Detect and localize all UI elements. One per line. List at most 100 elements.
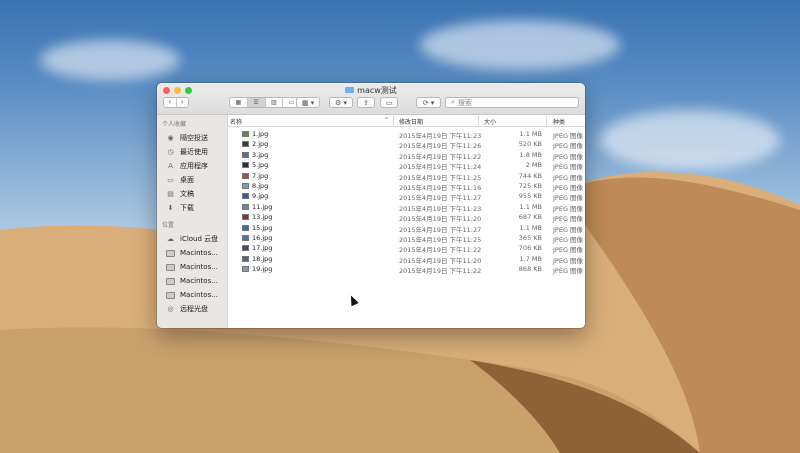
file-name: 8.jpg [252, 181, 269, 190]
file-row[interactable]: 17.jpg 2015年4月19日 下午11:22 706 KB JPEG 图像 [228, 243, 585, 254]
window-title: macw测试 [157, 85, 585, 96]
remote-disc-icon: ◎ [167, 305, 174, 313]
sidebar-item-label: 下载 [180, 204, 194, 212]
image-thumbnail-icon [242, 255, 249, 262]
sidebar-item[interactable]: ◷ 最近使用 [157, 145, 227, 159]
image-thumbnail-icon [242, 214, 249, 221]
sidebar-item[interactable]: Macintos... [157, 260, 227, 274]
file-kind: JPEG 图像 [553, 267, 584, 276]
sidebar-item-label: 桌面 [180, 176, 194, 184]
search-field[interactable]: ⌕ 搜索 [445, 97, 579, 108]
file-size: 687 KB [518, 213, 542, 222]
file-row[interactable]: 9.jpg 2015年4月19日 下午11:27 955 KB JPEG 图像 [228, 191, 585, 202]
image-thumbnail-icon [242, 131, 249, 137]
disk-icon [166, 263, 175, 272]
share-button[interactable]: ⇪ [357, 97, 375, 108]
file-list: 名称 ^ 修改日期 大小 种类 1.jpg 2015年4月19日 下午11:23 1… [228, 115, 585, 328]
file-name: 1.jpg [252, 130, 269, 138]
titlebar[interactable]: macw测试 ‹ › ▦ ☰ ▥ ▭ ▦ ▾ ⚙ ▾ ⇪ ▭ ⟳ ▾ ⌕ 搜索 [157, 83, 585, 115]
file-name: 9.jpg [252, 192, 269, 201]
file-date: 2015年4月19日 下午11:22 [399, 267, 482, 276]
tag-button[interactable]: ▭ [380, 97, 398, 108]
file-row[interactable]: 8.jpg 2015年4月19日 下午11:16 725 KB JPEG 图像 [228, 181, 585, 192]
file-size: 1.1 MB [519, 202, 542, 211]
column-name[interactable]: 名称 [230, 117, 242, 126]
icon-view-icon[interactable]: ▦ [230, 98, 247, 107]
image-thumbnail-icon [242, 151, 249, 158]
dropbox-button[interactable]: ⟳ ▾ [416, 97, 441, 108]
documents-icon: ▤ [167, 190, 174, 198]
file-row[interactable]: 3.jpg 2015年4月19日 下午11:22 1.8 MB JPEG 图像 [228, 150, 585, 161]
forward-button[interactable]: › [175, 98, 189, 107]
file-name: 18.jpg [252, 254, 273, 263]
sidebar-item[interactable]: Macintos... [157, 288, 227, 302]
column-view-icon[interactable]: ▥ [264, 98, 283, 107]
file-size: 1.8 MB [519, 150, 542, 159]
column-date[interactable]: 修改日期 [399, 117, 423, 126]
sidebar-item[interactable]: ◎ 远程光盘 [157, 302, 227, 316]
column-size[interactable]: 大小 [484, 117, 496, 126]
image-thumbnail-icon [242, 203, 249, 210]
file-size: 520 KB [518, 140, 542, 149]
sidebar-item-label: Macintos... [180, 291, 218, 299]
sidebar-item[interactable]: ⬇ 下载 [157, 201, 227, 215]
file-row[interactable]: 15.jpg 2015年4月19日 下午11:27 1.1 MB JPEG 图像 [228, 223, 585, 234]
finder-window[interactable]: macw测试 ‹ › ▦ ☰ ▥ ▭ ▦ ▾ ⚙ ▾ ⇪ ▭ ⟳ ▾ ⌕ 搜索 … [157, 83, 585, 328]
sidebar-item[interactable]: ◉ 隔空投送 [157, 131, 227, 145]
action-button[interactable]: ⚙ ▾ [329, 97, 353, 108]
disk-icon [166, 277, 175, 286]
file-size: 365 KB [518, 233, 542, 242]
list-view-icon[interactable]: ☰ [246, 98, 265, 107]
file-row[interactable]: 18.jpg 2015年4月19日 下午11:20 1.7 MB JPEG 图像 [228, 254, 585, 265]
file-size: 1.1 MB [519, 223, 542, 232]
sidebar-item-label: iCloud 云盘 [180, 235, 219, 243]
applications-icon: A [168, 162, 173, 170]
image-thumbnail-icon [242, 245, 249, 252]
sidebar-item[interactable]: Macintos... [157, 274, 227, 288]
sidebar-item-label: 远程光盘 [180, 305, 208, 313]
column-divider[interactable] [478, 116, 479, 125]
image-thumbnail-icon [242, 162, 249, 169]
back-button[interactable]: ‹ [164, 98, 176, 107]
file-row[interactable]: 19.jpg 2015年4月19日 下午11:22 868 KB JPEG 图像 [228, 264, 585, 276]
file-name: 11.jpg [252, 202, 273, 211]
group-button[interactable]: ▦ ▾ [296, 97, 320, 108]
file-name: 16.jpg [252, 233, 273, 242]
column-kind[interactable]: 种类 [553, 117, 565, 126]
desktop-icon: ▭ [167, 176, 174, 184]
file-row[interactable]: 7.jpg 2015年4月19日 下午11:25 744 KB JPEG 图像 [228, 171, 585, 182]
sidebar-item-label: Macintos... [180, 249, 218, 257]
sidebar-item-label: 文稿 [180, 190, 194, 198]
file-name: 19.jpg [252, 265, 273, 274]
image-thumbnail-icon [242, 172, 249, 179]
sidebar: 个人收藏 ◉ 隔空投送 ◷ 最近使用 A 应用程序 ▭ 桌面 ▤ 文稿 ⬇ 下载 位置 ☁ iCloud… [157, 115, 228, 328]
sidebar-item[interactable]: ☁ iCloud 云盘 [157, 232, 227, 246]
folder-icon [345, 86, 355, 93]
file-size: 744 KB [518, 171, 542, 180]
search-icon: ⌕ [451, 98, 455, 106]
file-size: 706 KB [518, 244, 542, 253]
image-thumbnail-icon [242, 266, 249, 273]
recents-icon: ◷ [167, 148, 174, 156]
column-divider[interactable] [546, 116, 547, 125]
image-thumbnail-icon [242, 141, 249, 148]
sort-indicator: ^ [384, 117, 390, 124]
file-size: 955 KB [518, 192, 542, 201]
file-row[interactable]: 1.jpg 2015年4月19日 下午11:23 1.1 MB JPEG 图像 [228, 129, 585, 140]
column-divider[interactable] [393, 116, 394, 125]
file-size: 1.1 MB [519, 130, 542, 138]
image-thumbnail-icon [242, 182, 249, 189]
sidebar-item-label: 隔空投送 [180, 134, 208, 142]
file-row[interactable]: 11.jpg 2015年4月19日 下午11:23 1.1 MB JPEG 图像 [228, 202, 585, 213]
file-row[interactable]: 2.jpg 2015年4月19日 下午11:26 520 KB JPEG 图像 [228, 139, 585, 150]
sidebar-item[interactable]: ▤ 文稿 [157, 187, 227, 201]
sidebar-item[interactable]: Macintos... [157, 246, 227, 260]
search-placeholder: 搜索 [457, 98, 472, 107]
sidebar-item[interactable]: A 应用程序 [157, 159, 227, 173]
file-row[interactable]: 16.jpg 2015年4月19日 下午11:25 365 KB JPEG 图像 [228, 233, 585, 244]
file-row[interactable]: 13.jpg 2015年4月19日 下午11:20 687 KB JPEG 图像 [228, 212, 585, 223]
file-size: 2 MB [525, 161, 542, 170]
favorites-header: 个人收藏 [162, 121, 187, 128]
file-row[interactable]: 5.jpg 2015年4月19日 下午11:24 2 MB JPEG 图像 [228, 160, 585, 171]
sidebar-item[interactable]: ▭ 桌面 [157, 173, 227, 187]
